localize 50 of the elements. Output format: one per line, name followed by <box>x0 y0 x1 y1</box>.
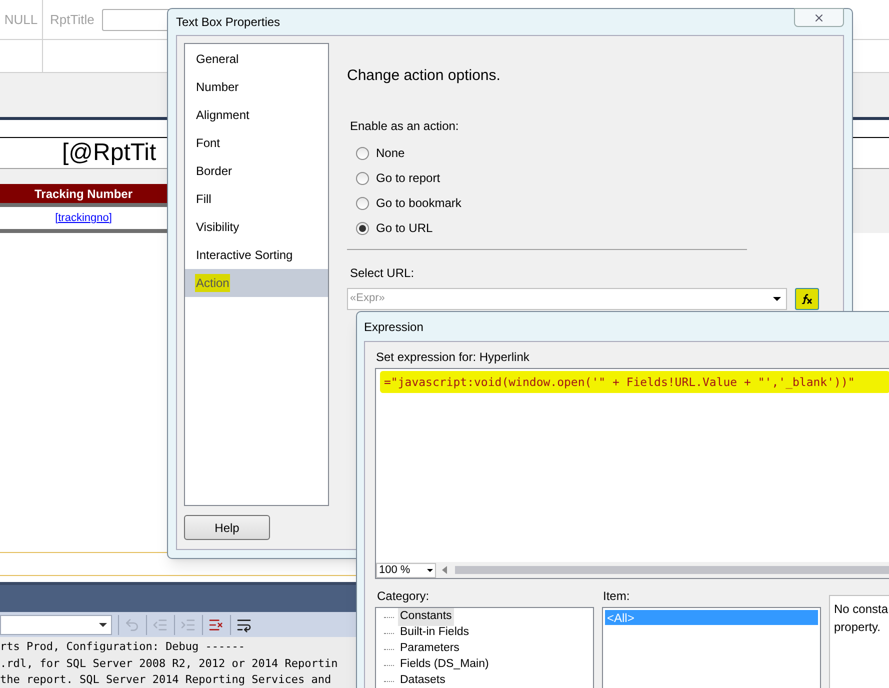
zoom-dropdown[interactable]: 100 % <box>376 562 436 578</box>
parameter-name: RptTitle <box>50 10 94 29</box>
horizontal-scrollbar[interactable] <box>455 566 889 574</box>
category-tree-item[interactable]: Built-in Fields <box>398 624 472 642</box>
action-radio[interactable]: Go to bookmark <box>356 190 462 216</box>
page-list-item[interactable]: Font <box>185 129 328 157</box>
output-line: rts Prod, Configuration: Debug ------ <box>0 639 246 655</box>
word-wrap-icon[interactable] <box>230 614 252 634</box>
category-tree-item[interactable]: Fields (DS_Main) <box>398 656 491 674</box>
output-line: .rdl, for SQL Server 2008 R2, 2012 or 2014 Reportin <box>0 656 338 672</box>
close-icon <box>813 12 825 24</box>
dropdown-arrow-icon <box>773 296 781 300</box>
page-list-item[interactable]: Visibility <box>185 213 328 241</box>
category-tree-item[interactable]: Datasets <box>398 672 448 688</box>
enable-action-label: Enable as an action: <box>350 118 460 134</box>
section-heading: Change action options. <box>347 66 502 86</box>
help-button[interactable]: Help <box>184 515 270 540</box>
tracking-number-link[interactable]: [trackingno] <box>55 210 112 226</box>
dropdown-arrow-icon <box>99 622 107 626</box>
page-list-item[interactable]: Interactive Sorting <box>185 241 328 269</box>
description-text: property. <box>834 619 880 636</box>
description-text: No consta <box>834 601 888 618</box>
function-icon <box>801 294 813 304</box>
clear-list-icon[interactable] <box>202 614 224 634</box>
page-list-item[interactable]: Alignment <box>185 101 328 129</box>
window-title: Text Box Properties <box>176 14 280 31</box>
page-list-item[interactable]: Border <box>185 157 328 185</box>
window-title: Expression <box>364 318 424 336</box>
scroll-left-icon[interactable] <box>442 566 447 574</box>
page-list-item[interactable]: Action <box>185 269 328 297</box>
table-header: Tracking Number <box>0 184 167 207</box>
category-label: Category: <box>377 588 430 605</box>
page-list-item[interactable]: General <box>185 45 328 73</box>
action-radio[interactable]: Go to URL <box>356 216 433 240</box>
select-url-label: Select URL: <box>350 264 416 282</box>
parameter-value: NULL <box>4 10 38 29</box>
page-list-item[interactable]: Number <box>185 73 328 101</box>
report-title: [@RptTit <box>62 138 156 168</box>
expression-fx-button[interactable] <box>795 288 819 310</box>
item-label: Item: <box>603 588 631 605</box>
output-line: the report. SQL Server 2014 Reporting Services and <box>0 672 332 688</box>
output-source-dropdown[interactable] <box>0 614 112 634</box>
action-radio[interactable]: Go to report <box>356 166 440 190</box>
close-button[interactable] <box>794 8 844 27</box>
category-tree-item[interactable]: Constants <box>398 608 454 626</box>
dropdown-arrow-icon <box>427 568 433 572</box>
set-expression-label: Set expression for: Hyperlink <box>376 349 530 366</box>
category-tree-item[interactable]: Parameters <box>398 640 462 658</box>
action-radio[interactable]: None <box>356 140 405 166</box>
page-list-item[interactable]: Fill <box>185 185 328 213</box>
